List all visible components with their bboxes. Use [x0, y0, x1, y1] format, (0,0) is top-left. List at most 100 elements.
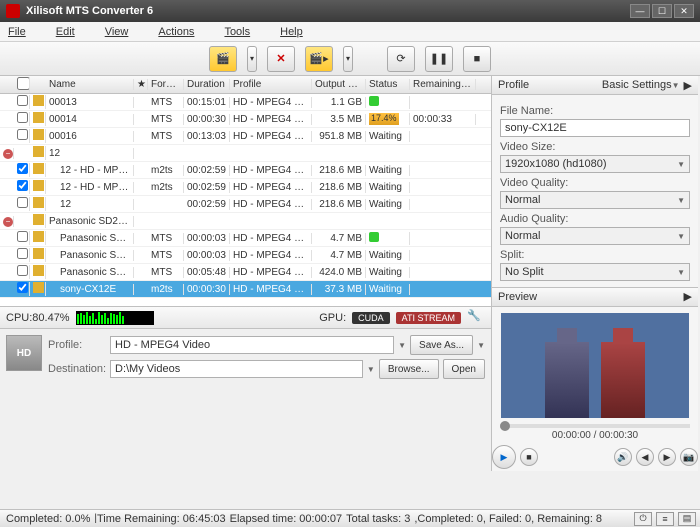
- browse-button[interactable]: Browse...: [379, 359, 439, 379]
- audioqual-label: Audio Quality:: [500, 213, 690, 225]
- table-row[interactable]: Panasonic SD20...MTS00:00:03HD - MPEG4 V…: [0, 247, 491, 264]
- ati-badge: ATI STREAM: [396, 312, 461, 324]
- row-checkbox[interactable]: [17, 231, 28, 242]
- col-format[interactable]: Format: [148, 79, 184, 90]
- basic-settings-link[interactable]: Basic Settings: [602, 79, 672, 91]
- gpu-label: GPU:: [319, 312, 346, 324]
- app-icon: [6, 4, 20, 18]
- profile-title: Profile: [498, 79, 602, 91]
- videoqual-label: Video Quality:: [500, 177, 690, 189]
- save-as-button[interactable]: Save As...: [410, 335, 473, 355]
- filename-label: File Name:: [500, 105, 690, 117]
- menu-help[interactable]: Help: [280, 26, 303, 38]
- status-elapsed: Elapsed time: 00:00:07: [230, 513, 343, 525]
- bottom-panel: HD Profile: HD - MPEG4 Video ▼ Save As..…: [0, 328, 491, 471]
- preview-header: Preview ▶: [492, 287, 698, 306]
- col-status[interactable]: Status: [366, 79, 410, 90]
- add-file-button[interactable]: 🎬: [209, 46, 237, 72]
- cpu-label: CPU:80.47%: [6, 312, 70, 324]
- row-checkbox[interactable]: [17, 197, 28, 208]
- table-row[interactable]: −Panasonic SD20_...: [0, 213, 491, 230]
- menu-view[interactable]: View: [105, 26, 129, 38]
- preview-title: Preview: [498, 291, 684, 303]
- mute-button[interactable]: 🔊: [614, 448, 632, 466]
- preview-controls: ▶ ■ 🔊 ◀ ▶ 📷: [492, 443, 698, 471]
- pause-button[interactable]: ❚❚: [425, 46, 453, 72]
- filename-input[interactable]: sony-CX12E: [500, 119, 690, 137]
- table-row[interactable]: Panasonic SD20...MTS00:00:03HD - MPEG4 V…: [0, 230, 491, 247]
- table-header: Name ★ Format Duration Profile Output Si…: [0, 76, 491, 94]
- videoqual-select[interactable]: Normal▼: [500, 191, 690, 209]
- log-icon[interactable]: ≡: [656, 512, 674, 526]
- row-checkbox[interactable]: [17, 95, 28, 106]
- prev-frame-button[interactable]: ◀: [636, 448, 654, 466]
- profile-select[interactable]: HD - MPEG4 Video: [110, 336, 394, 354]
- convert-button[interactable]: 🎬▸: [305, 46, 333, 72]
- table-row[interactable]: 00016MTS00:13:03HD - MPEG4 Vi...951.8 MB…: [0, 128, 491, 145]
- col-name[interactable]: Name: [46, 79, 134, 90]
- preview-time: 00:00:00 / 00:00:30: [492, 430, 698, 441]
- row-checkbox[interactable]: [17, 163, 28, 174]
- row-checkbox[interactable]: [17, 129, 28, 140]
- table-row[interactable]: −12: [0, 145, 491, 162]
- table-row[interactable]: 00013MTS00:15:01HD - MPEG4 Vi...1.1 GB: [0, 94, 491, 111]
- minimize-button[interactable]: —: [630, 4, 650, 18]
- table-row[interactable]: 1200:02:59HD - MPEG4 Vi...218.6 MBWaitin…: [0, 196, 491, 213]
- row-checkbox[interactable]: [17, 282, 28, 293]
- gpu-settings-button[interactable]: 🔧: [467, 309, 485, 327]
- table-row[interactable]: Panasonic SD20...MTS00:05:48HD - MPEG4 V…: [0, 264, 491, 281]
- preview-content: [545, 342, 589, 418]
- row-checkbox[interactable]: [17, 112, 28, 123]
- split-select[interactable]: No Split▼: [500, 263, 690, 281]
- row-checkbox[interactable]: [17, 180, 28, 191]
- col-duration[interactable]: Duration: [184, 79, 230, 90]
- profile-expand-icon[interactable]: ▶: [684, 79, 692, 92]
- videosize-select[interactable]: 1920x1080 (hd1080)▼: [500, 155, 690, 173]
- checkall[interactable]: [17, 77, 30, 90]
- cuda-badge: CUDA: [352, 312, 390, 324]
- cpu-graph: [76, 311, 154, 325]
- table-row[interactable]: sony-CX12Em2ts00:00:30HD - MPEG4 Vi...37…: [0, 281, 491, 298]
- menu-file[interactable]: File: [8, 26, 26, 38]
- window-title: Xilisoft MTS Converter 6: [26, 5, 628, 17]
- menubar: File Edit View Actions Tools Help: [0, 22, 700, 42]
- add-dropdown[interactable]: ▾: [247, 46, 257, 72]
- snapshot-button[interactable]: 📷: [680, 448, 698, 466]
- stop-preview-button[interactable]: ■: [520, 448, 538, 466]
- convert-dropdown[interactable]: ▾: [343, 46, 353, 72]
- table-row[interactable]: 12 - HD - MPEG4 ...m2ts00:02:59HD - MPEG…: [0, 179, 491, 196]
- menu-edit[interactable]: Edit: [56, 26, 75, 38]
- col-size[interactable]: Output Size: [312, 79, 366, 90]
- status-tasks: Total tasks: 3: [346, 513, 410, 525]
- row-checkbox[interactable]: [17, 265, 28, 276]
- close-button[interactable]: ✕: [674, 4, 694, 18]
- destination-label: Destination:: [48, 363, 106, 375]
- preview-expand-icon[interactable]: ▶: [684, 290, 692, 303]
- open-button[interactable]: Open: [443, 359, 485, 379]
- videosize-label: Video Size:: [500, 141, 690, 153]
- row-checkbox[interactable]: [17, 248, 28, 259]
- next-frame-button[interactable]: ▶: [658, 448, 676, 466]
- play-button[interactable]: ▶: [492, 445, 516, 469]
- preview-seekbar[interactable]: [500, 424, 690, 428]
- col-remaining[interactable]: Remaining Time: [410, 79, 476, 90]
- info-icon[interactable]: ▤: [678, 512, 696, 526]
- toolbar: 🎬 ▾ ✕ 🎬▸ ▾ ⟳ ❚❚ ■: [0, 42, 700, 76]
- shutdown-icon[interactable]: ⏻: [634, 512, 652, 526]
- status-detail: ,Completed: 0, Failed: 0, Remaining: 8: [414, 513, 602, 525]
- col-profile[interactable]: Profile: [230, 79, 312, 90]
- delete-button[interactable]: ✕: [267, 46, 295, 72]
- maximize-button[interactable]: ☐: [652, 4, 672, 18]
- profile-dropdown-icon[interactable]: ▼: [398, 341, 406, 350]
- menu-actions[interactable]: Actions: [158, 26, 194, 38]
- profile-label: Profile:: [48, 339, 106, 351]
- stop-button[interactable]: ■: [463, 46, 491, 72]
- preview-image: [501, 313, 689, 419]
- table-row[interactable]: 00014MTS00:00:30HD - MPEG4 Vi...3.5 MB17…: [0, 111, 491, 128]
- table-row[interactable]: 12 - HD - MPEG4 ...m2ts00:02:59HD - MPEG…: [0, 162, 491, 179]
- audioqual-select[interactable]: Normal▼: [500, 227, 690, 245]
- refresh-button[interactable]: ⟳: [387, 46, 415, 72]
- menu-tools[interactable]: Tools: [224, 26, 250, 38]
- status-remaining: Time Remaining: 06:45:03: [97, 513, 226, 525]
- destination-input[interactable]: D:\My Videos: [110, 360, 363, 378]
